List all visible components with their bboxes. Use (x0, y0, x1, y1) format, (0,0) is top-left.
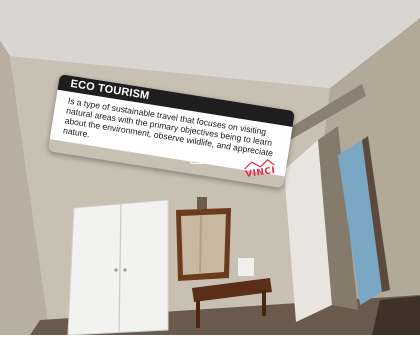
wardrobe-handle-right (123, 268, 127, 272)
mirror-reflection (199, 214, 202, 275)
wall-lamp (197, 197, 207, 209)
desk-leg-left (196, 300, 200, 328)
info-button[interactable]: i (216, 152, 229, 165)
play-icon (195, 155, 199, 160)
wardrobe (67, 199, 169, 336)
info-icon: i (221, 153, 224, 163)
mirror-glass (181, 214, 226, 275)
kettle (238, 258, 254, 276)
play-video-button[interactable] (190, 152, 204, 164)
desk-leg-right (262, 290, 266, 316)
wardrobe-handle-left (114, 268, 118, 272)
